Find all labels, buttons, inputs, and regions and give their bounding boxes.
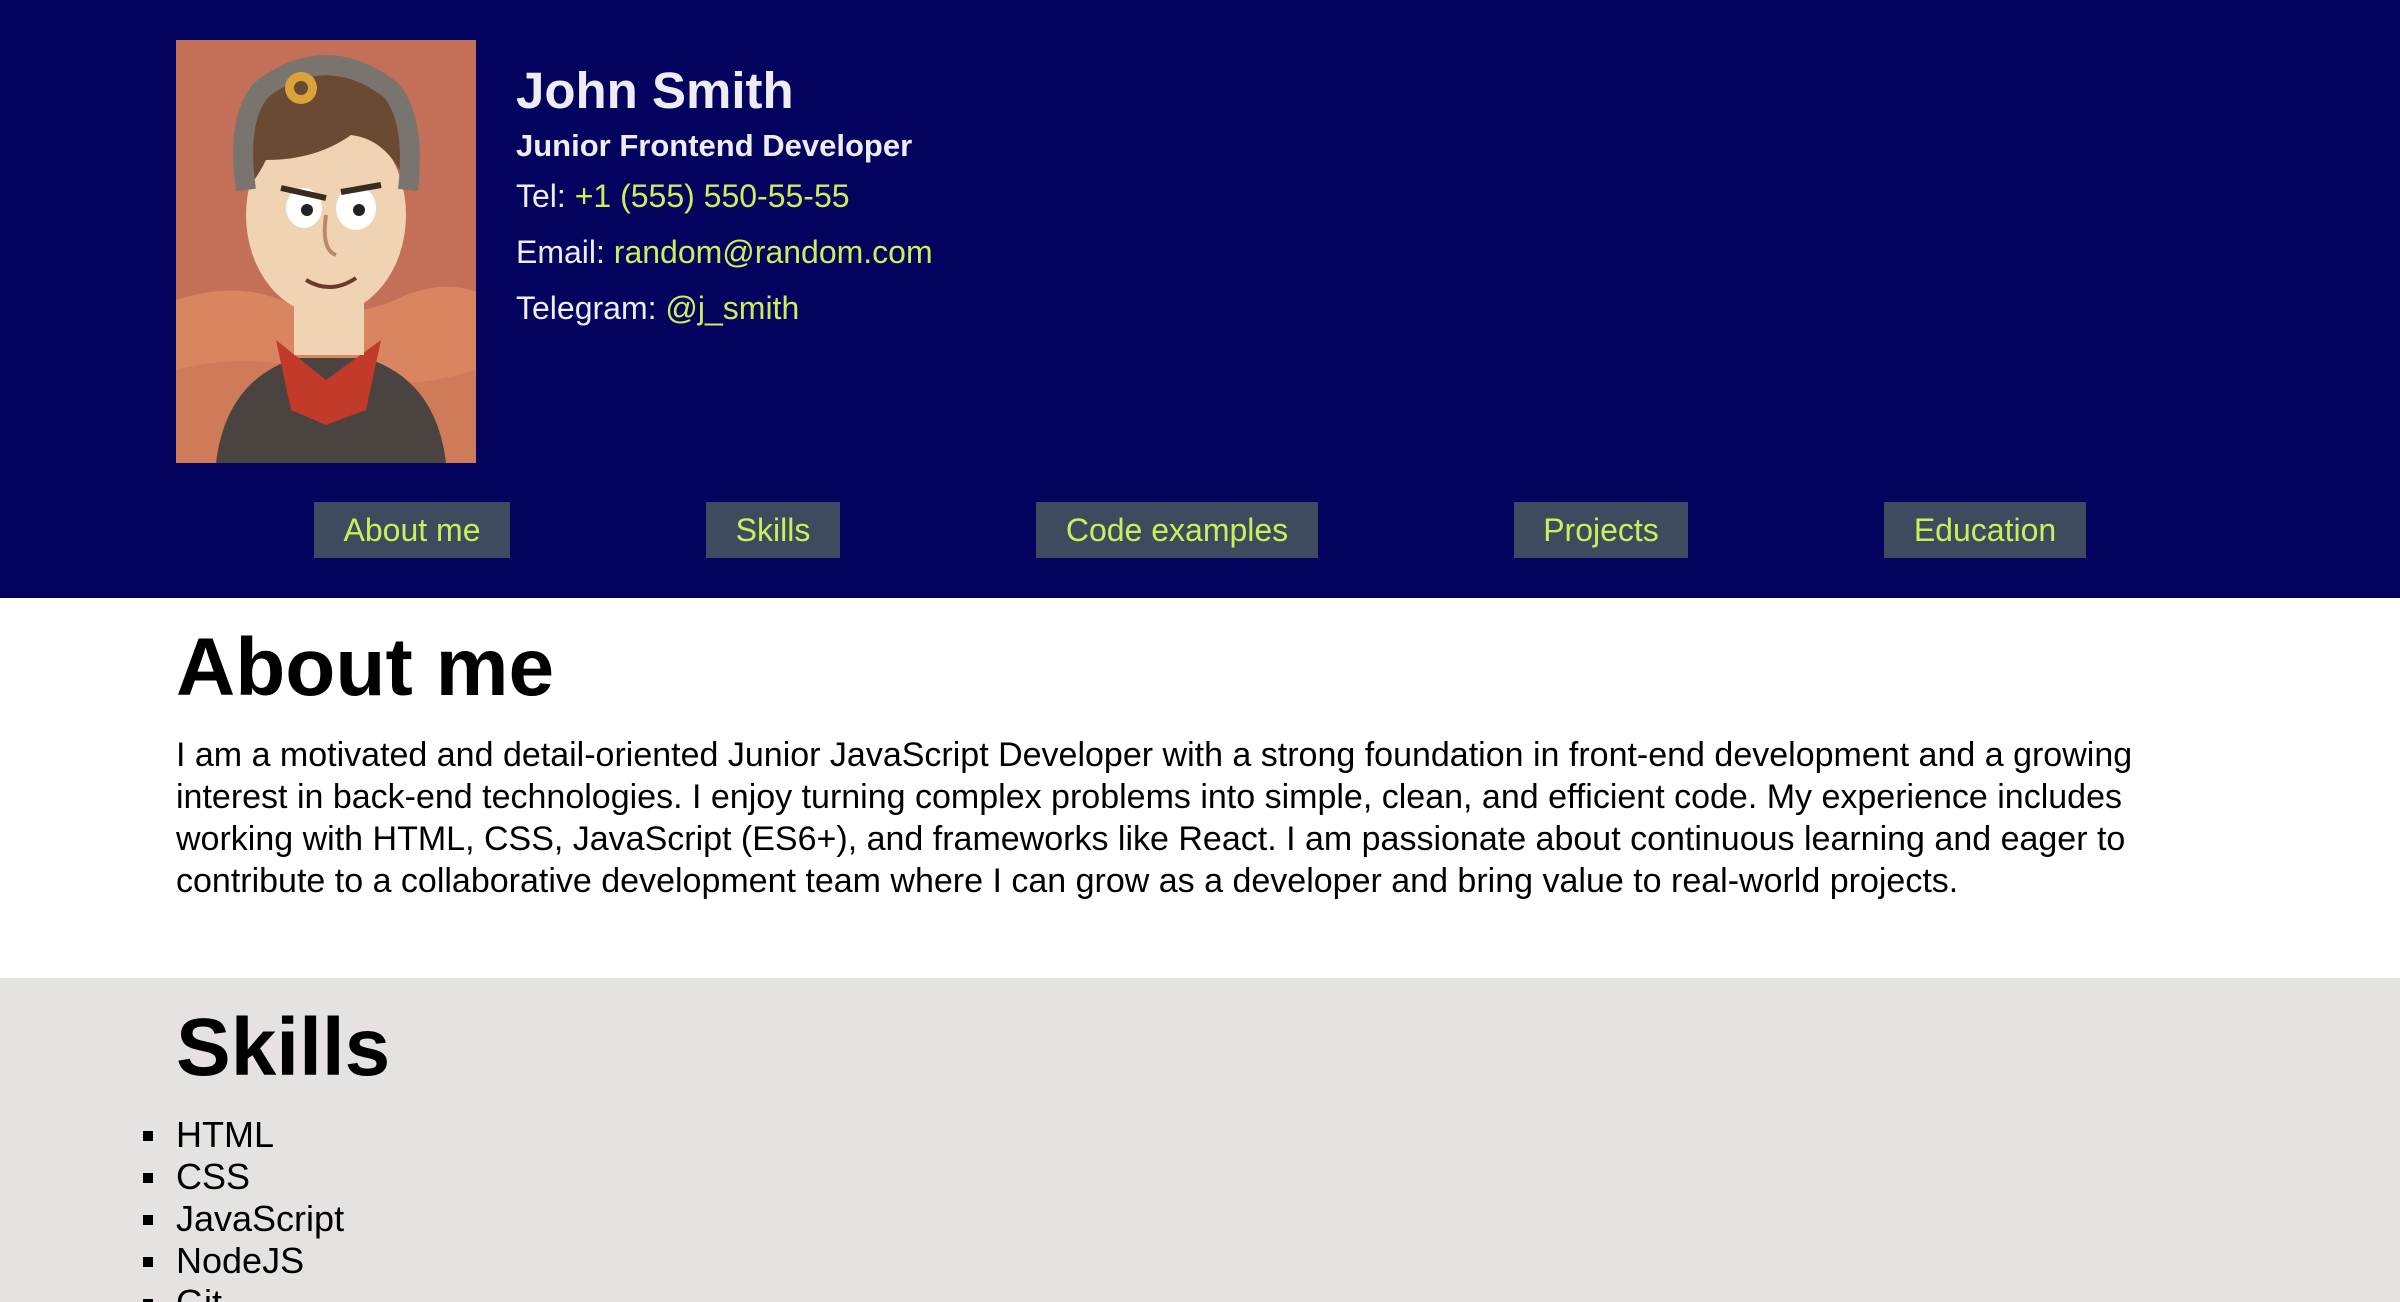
skill-item: Git [142, 1282, 344, 1302]
skills-section: Skills HTML CSS JavaScript NodeJS Git [0, 978, 2400, 1302]
phone-link[interactable]: +1 (555) 550-55-55 [575, 178, 850, 214]
skill-item: CSS [142, 1156, 344, 1198]
nav-about-me-button[interactable]: About me [314, 502, 510, 558]
about-section: About me I am a motivated and detail-ori… [0, 598, 2400, 978]
telegram-line: Telegram: @j_smith [516, 280, 933, 336]
about-text: I am a motivated and detail-oriented Jun… [176, 736, 2133, 900]
page-header: John Smith Junior Frontend Developer Tel… [0, 0, 2400, 598]
profile-position: Junior Frontend Developer [516, 128, 913, 163]
phone-line: Tel: +1 (555) 550-55-55 [516, 168, 933, 224]
nav-education-button[interactable]: Education [1884, 502, 2086, 558]
profile-name: John Smith [516, 62, 794, 119]
nav-code-examples-button[interactable]: Code examples [1036, 502, 1318, 558]
nav-skills-button[interactable]: Skills [706, 502, 840, 558]
cartoon-avatar-icon [176, 40, 476, 463]
telegram-label: Telegram: [516, 290, 657, 326]
skills-heading: Skills [176, 1002, 391, 1093]
skills-list: HTML CSS JavaScript NodeJS Git [142, 1114, 345, 1302]
skill-item: NodeJS [142, 1240, 344, 1282]
nav-projects-button[interactable]: Projects [1514, 502, 1688, 558]
email-link[interactable]: random@random.com [614, 234, 933, 270]
email-line: Email: random@random.com [516, 224, 933, 280]
telegram-link[interactable]: @j_smith [665, 290, 799, 326]
skill-item: JavaScript [142, 1198, 345, 1239]
contact-info: John Smith Junior Frontend Developer Tel… [516, 58, 933, 336]
phone-label: Tel: [516, 178, 566, 214]
skill-item: HTML [142, 1114, 344, 1156]
about-heading: About me [176, 622, 555, 713]
email-label: Email: [516, 234, 605, 270]
